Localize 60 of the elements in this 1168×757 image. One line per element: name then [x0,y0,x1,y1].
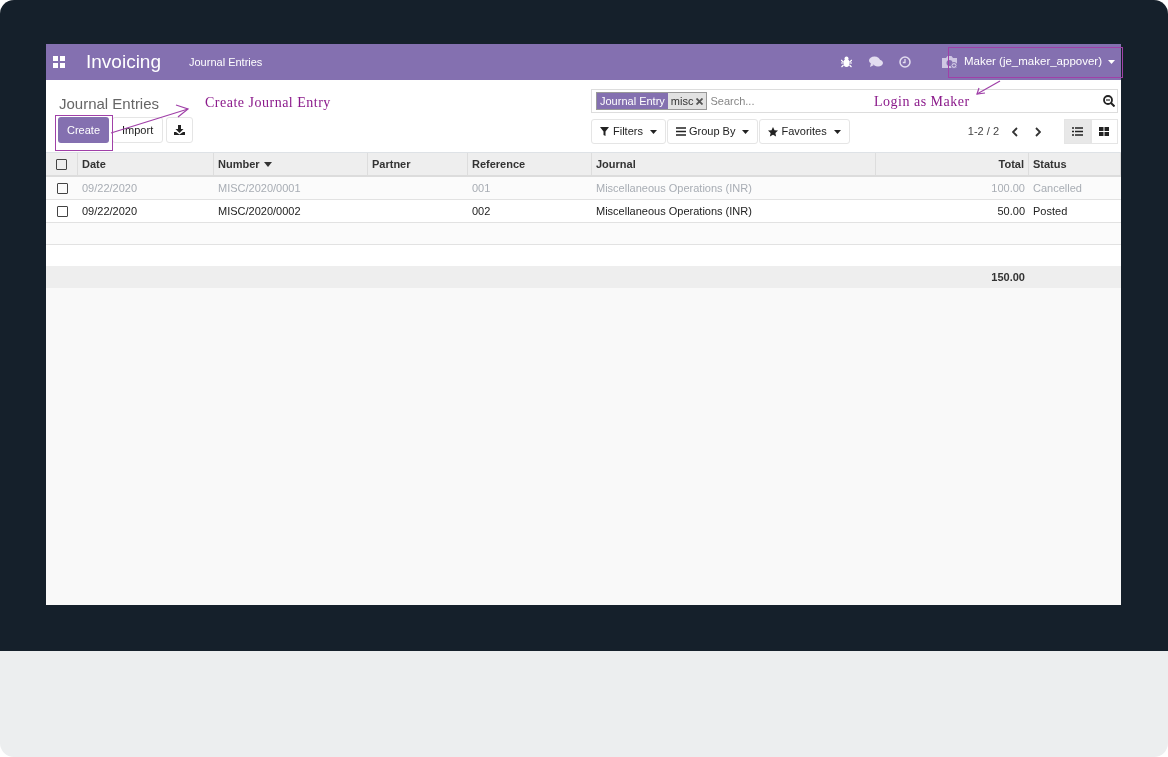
caret-down-icon [742,129,750,134]
annotation-text: Login as Maker [874,93,970,111]
caret-down-icon [1108,60,1115,64]
menu-item[interactable]: Journal Entries [189,53,263,71]
pager-value: 1-2 / 2 [967,124,999,140]
total-sum: 150.00 [990,269,1026,285]
highlight-frame [55,115,113,151]
row-checkbox[interactable] [56,205,68,217]
previous-icon[interactable] [1012,126,1018,137]
app-title: Invoicing [86,49,161,74]
column-header[interactable]: Journal [592,153,876,175]
search-icon[interactable] [1103,95,1115,107]
user-menu[interactable]: Maker (je_maker_appover) [930,44,1121,80]
group-dropdown[interactable]: Group By [666,119,759,144]
table-cell-text: 100.00 [990,180,1026,196]
select-all-checkbox[interactable] [56,158,67,170]
favorite-dropdown[interactable]: Favorites [759,119,850,144]
download-button[interactable] [166,117,194,143]
table-cell-text: 002 [471,203,492,219]
table-cell-text: 09/22/2020 [81,180,139,196]
list-view-button[interactable] [1064,119,1091,144]
list-lines-icon [675,126,686,137]
create-button[interactable]: Create [58,117,110,143]
bug-icon[interactable] [840,56,852,68]
search-facet[interactable]: Journal Entry misc [596,92,708,110]
table-cell-text: Miscellaneous Operations (INR) [595,203,753,219]
filter-dropdown[interactable]: Filters [591,119,666,144]
apps-menu-icon[interactable] [53,56,65,68]
column-header[interactable]: Partner [368,153,468,175]
camera-icon [940,55,958,69]
close-icon[interactable] [696,97,704,105]
table-cell-text: 50.00 [996,203,1026,219]
chat-icon[interactable] [868,56,883,68]
table-cell-text: Miscellaneous Operations (INR) [595,180,753,196]
row-checkbox[interactable] [56,182,68,194]
table-cell-text: 09/22/2020 [81,203,139,219]
next-icon[interactable] [1035,126,1041,137]
import-button[interactable]: Import [112,117,164,143]
caret-down-icon [833,129,841,134]
star-icon [768,126,779,137]
table-cell-text: MISC/2020/0002 [217,203,302,219]
kanban-view-button[interactable] [1091,119,1118,144]
list-icon [1072,127,1083,136]
annotation-arrow [975,80,1001,96]
annotation-text: Create Journal Entry [205,94,331,112]
column-header[interactable]: Reference [468,153,592,175]
column-header[interactable]: Date [78,153,214,175]
column-header[interactable]: Number [214,153,368,175]
funnel-icon [600,126,610,137]
clock-icon[interactable] [898,56,911,68]
caret-down-icon [649,129,657,134]
download-icon [174,125,186,135]
kanban-icon [1099,127,1110,136]
table-cell-text: 001 [471,180,492,196]
column-header[interactable]: Status [1029,153,1121,175]
table-cell-text: MISC/2020/0001 [217,180,302,196]
table-cell-text: Cancelled [1032,180,1083,196]
breadcrumb-title: Journal Entries [59,94,160,114]
table-cell-text: Posted [1032,203,1069,219]
column-header[interactable]: Total [876,153,1029,175]
